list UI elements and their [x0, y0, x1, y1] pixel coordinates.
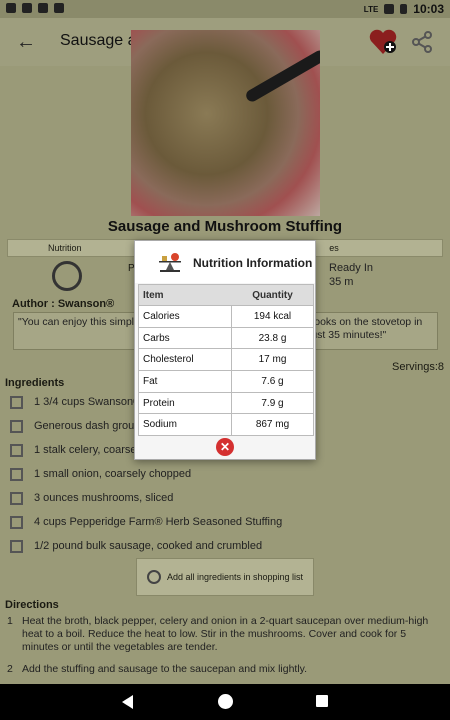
description-start: "You can enjoy this simpl: [18, 316, 134, 328]
list-item[interactable]: 3 ounces mushrooms, sliced: [10, 488, 440, 508]
author: Author : Swanson®: [12, 298, 115, 310]
list-item[interactable]: 1 small onion, coarsely chopped: [10, 464, 440, 484]
list-item[interactable]: 1/2 pound bulk sausage, cooked and crumb…: [10, 536, 440, 556]
sd-card-icon: [38, 3, 48, 13]
notification-icon: [6, 3, 16, 13]
dialog-header: Nutrition Information: [135, 241, 315, 283]
list-item[interactable]: 4 cups Pepperidge Farm® Herb Seasoned St…: [10, 512, 440, 532]
alarm-clock-icon: [52, 261, 82, 291]
clock-time: 10:03: [413, 2, 444, 16]
checkbox[interactable]: [10, 539, 23, 553]
globe-icon: [146, 570, 161, 584]
spoon-graphic: [244, 48, 320, 104]
ingredients-title: Ingredients: [5, 377, 65, 389]
recipe-title: Sausage and Mushroom Stuffing: [107, 218, 343, 235]
direction-step: 1 Heat the broth, black pepper, celery an…: [7, 615, 429, 653]
table-row: Calories 194 kcal: [138, 306, 314, 328]
add-favorite-heart-icon[interactable]: [368, 28, 398, 56]
checkbox[interactable]: [10, 467, 23, 481]
battery-icon: [400, 4, 408, 14]
ready-in-label: Ready In: [329, 262, 374, 274]
notification-icon-2: [54, 3, 64, 13]
close-dialog-icon[interactable]: ✕: [216, 438, 234, 456]
dialog-title: Nutrition Information: [193, 256, 313, 270]
col-item-header: Item: [143, 289, 164, 301]
directions-title: Directions: [5, 599, 59, 611]
tab-nutrition-label: Nutrition: [48, 243, 82, 253]
checkbox[interactable]: [10, 515, 23, 529]
table-row: Fat 7.6 g: [138, 371, 314, 393]
description-tail: cooks on the stovetop in just 35 minutes…: [309, 316, 423, 341]
nav-home-icon[interactable]: [218, 694, 233, 709]
nutrition-table: Item Quantity Calories 194 kcal Carbs 23.8…: [138, 284, 314, 437]
servings: Servings:8: [392, 361, 444, 373]
col-quantity-header: Quantity: [252, 289, 293, 301]
add-all-label: Add all ingredients in shopping list: [166, 572, 304, 582]
table-row: Protein 7.9 g: [138, 392, 314, 415]
checkbox[interactable]: [10, 443, 23, 457]
status-bar: LTE 10:03: [0, 0, 450, 18]
nutrition-dialog: Nutrition Information Item Quantity Calo…: [134, 240, 316, 460]
checkbox[interactable]: [10, 419, 23, 433]
network-type: LTE: [363, 4, 379, 14]
table-row: Sodium 867 mg: [138, 414, 314, 437]
share-icon[interactable]: [410, 30, 434, 54]
table-row: Carbs 23.8 g: [138, 327, 314, 350]
tab-other-label: es: [329, 243, 339, 253]
checkbox[interactable]: [10, 491, 23, 505]
nutrition-scale-icon: [159, 253, 181, 272]
nav-recents-icon[interactable]: [316, 695, 328, 707]
recipe-photo: [131, 30, 320, 216]
system-nav-bar: [0, 684, 450, 720]
wifi-icon: [22, 3, 32, 13]
back-arrow-icon[interactable]: ←: [14, 30, 38, 54]
signal-icon: [384, 4, 395, 14]
nav-back-icon[interactable]: [122, 695, 133, 709]
direction-step: 2 Add the stuffing and sausage to the sau…: [7, 663, 308, 675]
checkbox[interactable]: [10, 395, 23, 409]
ready-in-value: 35 m: [329, 276, 354, 288]
add-all-to-shopping-list-button[interactable]: Add all ingredients in shopping list: [136, 558, 314, 596]
table-header: Item Quantity: [138, 284, 314, 306]
table-row: Cholesterol 17 mg: [138, 349, 314, 372]
